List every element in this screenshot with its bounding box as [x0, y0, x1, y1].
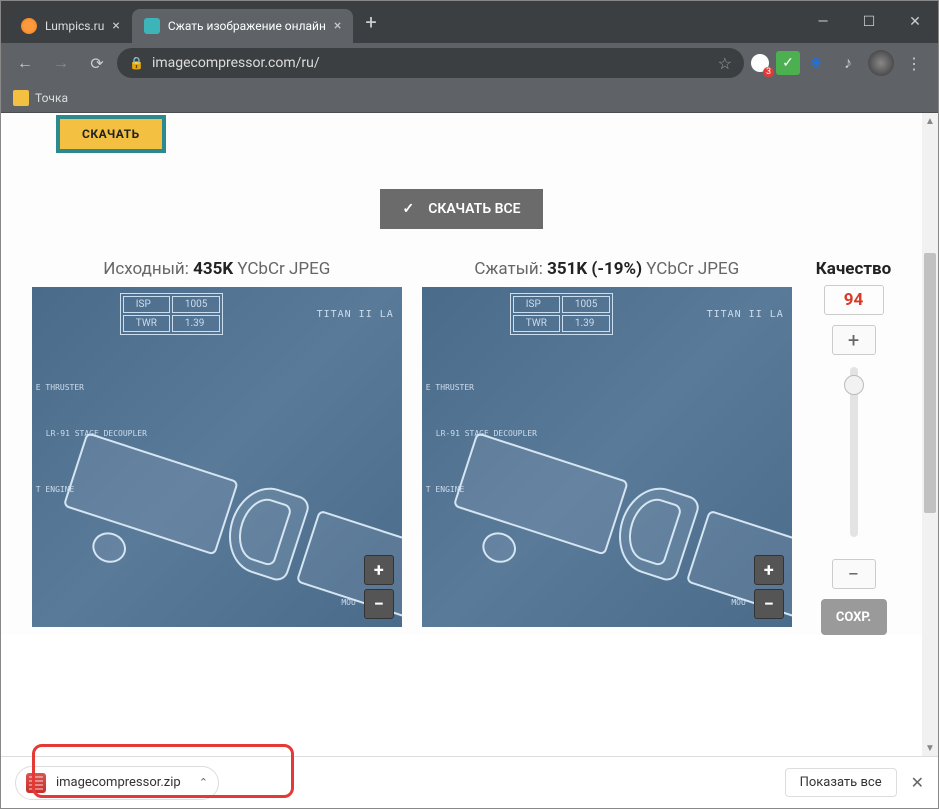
quality-title: Качество	[816, 259, 891, 279]
profile-avatar[interactable]	[868, 50, 894, 76]
quality-value[interactable]: 94	[824, 285, 884, 315]
minimize-button[interactable]: —	[800, 1, 846, 43]
media-control-icon[interactable]: ♪	[832, 47, 864, 79]
quality-panel: Качество 94 + − СОХР.	[816, 259, 891, 635]
downloads-shelf: imagecompressor.zip ⌃ Показать все ✕	[1, 756, 938, 808]
toolbar: ← → ⟳ 🔒 ☆ ✓ ⊕ ♪ ⋮	[1, 43, 938, 83]
titlebar: Lumpics.ru × Сжать изображение онлайн × …	[1, 1, 938, 43]
address-bar[interactable]: 🔒 ☆	[117, 48, 744, 78]
bookmarks-bar: Точка	[1, 83, 938, 113]
save-button[interactable]: СОХР.	[821, 599, 887, 635]
vertical-scrollbar[interactable]: ▲ ▼	[922, 113, 938, 756]
compressed-column: Сжатый: 351K (-19%) YCbCr JPEG ISP1005TW…	[422, 259, 792, 635]
viewport: СКАЧАТЬ ✓ СКАЧАТЬ ВСЕ Исходный: 435K Y	[1, 113, 938, 756]
url-input[interactable]	[152, 55, 710, 71]
favicon-icon	[21, 18, 37, 34]
download-all-button[interactable]: ✓ СКАЧАТЬ ВСЕ	[380, 189, 542, 229]
bookmark-label: Точка	[35, 91, 68, 105]
zoom-out-button[interactable]: −	[364, 589, 394, 619]
close-icon[interactable]: ×	[334, 18, 341, 34]
check-icon: ✓	[402, 201, 414, 217]
favicon-icon	[144, 18, 160, 34]
tab-title: Lumpics.ru	[45, 19, 104, 33]
show-all-downloads-button[interactable]: Показать все	[785, 768, 897, 797]
folder-icon	[13, 90, 29, 106]
download-chip[interactable]: imagecompressor.zip ⌃	[15, 766, 219, 800]
window-controls: — ☐ ✕	[800, 1, 938, 43]
original-column: Исходный: 435K YCbCr JPEG ISP1005TWR1.39…	[32, 259, 402, 635]
download-all-label: СКАЧАТЬ ВСЕ	[428, 201, 520, 217]
zoom-in-button[interactable]: +	[754, 555, 784, 585]
close-window-button[interactable]: ✕	[892, 1, 938, 43]
extension-check-icon[interactable]: ✓	[776, 51, 800, 75]
close-icon[interactable]: ×	[112, 18, 119, 34]
back-button[interactable]: ←	[9, 47, 41, 79]
compressed-label: Сжатый: 351K (-19%) YCbCr JPEG	[422, 259, 792, 279]
tab-title: Сжать изображение онлайн	[168, 19, 326, 33]
extension-globe-icon[interactable]: ⊕	[804, 51, 828, 75]
lock-icon: 🔒	[129, 56, 144, 70]
original-preview[interactable]: ISP1005TWR1.39 TITAN II LA E THRUSTER LR…	[32, 287, 402, 627]
maximize-button[interactable]: ☐	[846, 1, 892, 43]
tab-imagecompressor[interactable]: Сжать изображение онлайн ×	[132, 9, 354, 43]
zoom-in-button[interactable]: +	[364, 555, 394, 585]
new-tab-button[interactable]: +	[353, 10, 388, 34]
reload-button[interactable]: ⟳	[81, 47, 113, 79]
zip-file-icon	[26, 773, 46, 793]
quality-minus-button[interactable]: −	[832, 559, 876, 589]
quality-slider[interactable]	[850, 367, 858, 537]
original-label: Исходный: 435K YCbCr JPEG	[32, 259, 402, 279]
tab-lumpics[interactable]: Lumpics.ru ×	[9, 9, 132, 43]
download-button-frame: СКАЧАТЬ	[56, 115, 166, 153]
compressed-preview[interactable]: ISP1005TWR1.39 TITAN II LA E THRUSTER LR…	[422, 287, 792, 627]
bookmark-item[interactable]: Точка	[13, 90, 68, 106]
forward-button[interactable]: →	[45, 47, 77, 79]
menu-button[interactable]: ⋮	[898, 47, 930, 79]
scrollbar-thumb[interactable]	[924, 253, 936, 513]
close-shelf-button[interactable]: ✕	[911, 773, 924, 792]
scroll-down-icon[interactable]: ▼	[922, 740, 938, 756]
compare-area: Исходный: 435K YCbCr JPEG ISP1005TWR1.39…	[1, 259, 922, 635]
quality-plus-button[interactable]: +	[832, 325, 876, 355]
chevron-up-icon[interactable]: ⌃	[199, 776, 208, 789]
zoom-out-button[interactable]: −	[754, 589, 784, 619]
tab-strip: Lumpics.ru × Сжать изображение онлайн × …	[1, 1, 800, 43]
download-button[interactable]: СКАЧАТЬ	[60, 119, 162, 149]
blueprint-image: ISP1005TWR1.39 TITAN II LA E THRUSTER LR…	[32, 287, 402, 627]
scroll-up-icon[interactable]: ▲	[922, 113, 938, 129]
bookmark-star-icon[interactable]: ☆	[718, 54, 732, 73]
slider-thumb[interactable]	[844, 375, 864, 395]
download-filename: imagecompressor.zip	[56, 775, 181, 790]
blueprint-image: ISP1005TWR1.39 TITAN II LA E THRUSTER LR…	[422, 287, 792, 627]
extension-adblock-icon[interactable]	[748, 51, 772, 75]
